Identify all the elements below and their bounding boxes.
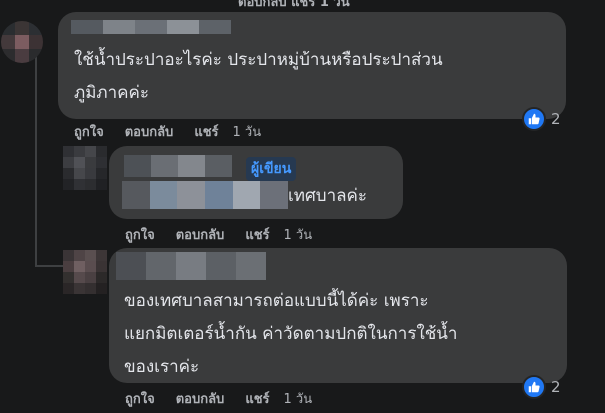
like-button[interactable]: ถูกใจ	[125, 224, 155, 245]
comment-text: เทศบาลค่ะ	[288, 186, 368, 206]
like-button[interactable]: ถูกใจ	[125, 388, 155, 409]
timestamp[interactable]: 1 วัน	[284, 388, 313, 409]
share-button[interactable]: แชร์	[245, 224, 269, 245]
like-icon	[522, 107, 546, 131]
commenter-name-redacted[interactable]	[71, 20, 231, 34]
like-button[interactable]: ถูกใจ	[74, 121, 104, 142]
comment-actions: ถูกใจ ตอบกลับ แชร์ 1 วัน	[125, 388, 312, 409]
avatar[interactable]	[63, 146, 107, 190]
comment-text-redacted	[122, 181, 288, 209]
commenter-name-redacted[interactable]	[124, 155, 232, 177]
reaction-count: 2	[551, 378, 561, 396]
comment-text: ของเทศบาลสามารถต่อแบบนี้ได้ค่ะ เพราะ แยก…	[124, 291, 458, 377]
reply-button[interactable]: ตอบกลับ	[125, 121, 174, 142]
reaction-count: 2	[551, 110, 561, 128]
like-icon	[522, 375, 546, 399]
thread-line	[35, 52, 37, 267]
comment-actions: ถูกใจ ตอบกลับ แชร์ 1 วัน	[74, 121, 261, 142]
timestamp[interactable]: 1 วัน	[233, 121, 262, 142]
timestamp[interactable]: 1 วัน	[284, 224, 313, 245]
reply-button[interactable]: ตอบกลับ	[176, 388, 225, 409]
comment-thread: ตอบกลับ แชร์ 1 วัน ใช้น้ำประปาอะไรค่ะ ปร…	[0, 0, 605, 413]
reaction-summary[interactable]: 2	[522, 107, 561, 131]
author-badge: ผู้เขียน	[246, 157, 297, 181]
comment-actions: ถูกใจ ตอบกลับ แชร์ 1 วัน	[125, 224, 312, 245]
comment-text: ใช้น้ำประปาอะไรค่ะ ประปาหมู่บ้านหรือประป…	[74, 50, 443, 103]
previous-comment-actions: ตอบกลับ แชร์ 1 วัน	[238, 0, 350, 10]
share-button[interactable]: แชร์	[245, 388, 269, 409]
share-button[interactable]: แชร์	[194, 121, 218, 142]
reply-button[interactable]: ตอบกลับ	[176, 224, 225, 245]
avatar[interactable]	[1, 21, 43, 63]
thread-line-branch	[35, 265, 63, 267]
avatar[interactable]	[63, 250, 107, 294]
reaction-summary[interactable]: 2	[522, 375, 561, 399]
commenter-name-redacted[interactable]	[116, 252, 266, 280]
